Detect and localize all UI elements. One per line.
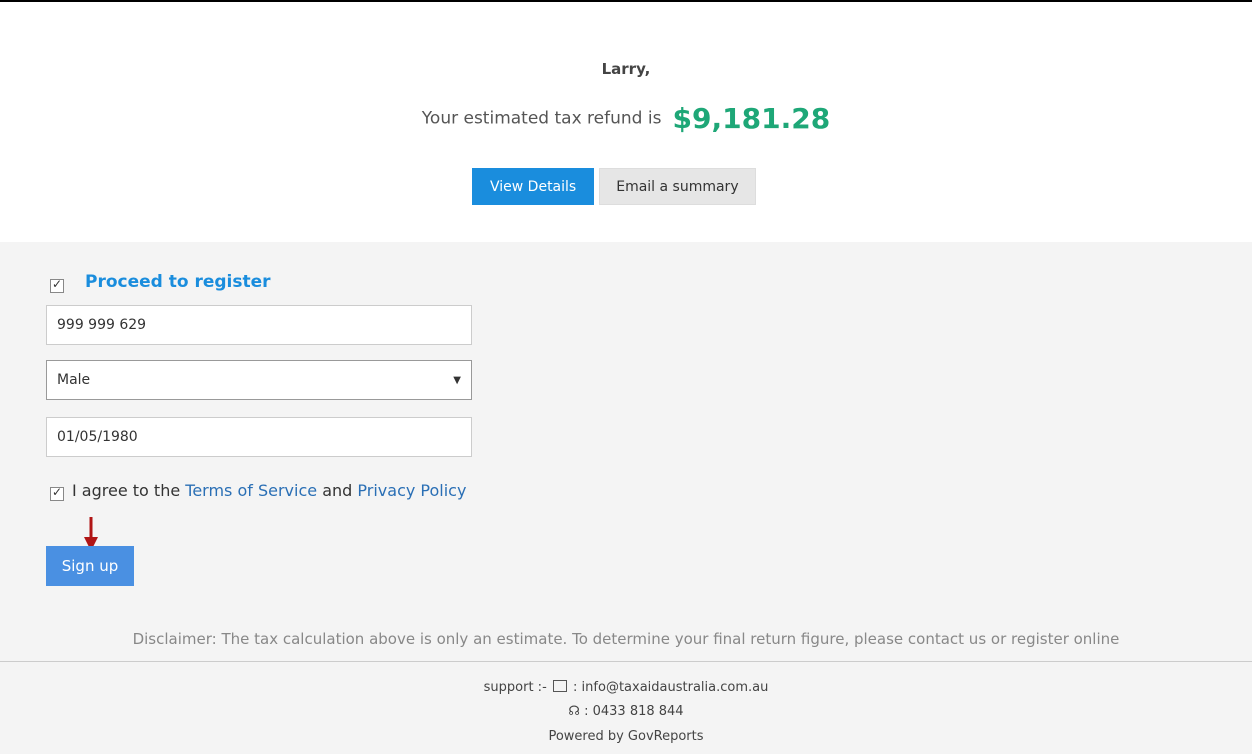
terms-of-service-link[interactable]: Terms of Service (185, 481, 317, 500)
refund-amount: $9,181.28 (672, 102, 831, 135)
refund-line: Your estimated tax refund is $9,181.28 (0, 102, 1252, 135)
support-phone: : 0433 818 844 (584, 704, 684, 719)
summary-actions: View Details Email a summary (472, 168, 756, 205)
proceed-checkbox[interactable]: ✓ (50, 277, 64, 293)
dob-value: 01/05/1980 (57, 429, 138, 445)
dob-input[interactable]: 01/05/1980 (46, 417, 472, 457)
headset-icon: ☊ (568, 704, 580, 719)
gender-select[interactable]: Male ▼ (46, 360, 472, 400)
footer: support :- : info@taxaidaustralia.com.au… (0, 661, 1252, 754)
refund-summary-section: Larry, Your estimated tax refund is $9,1… (0, 2, 1252, 242)
agree-and: and (322, 481, 353, 500)
checkmark-icon: ✓ (52, 485, 63, 499)
refund-label: Your estimated tax refund is (421, 108, 662, 129)
email-summary-button[interactable]: Email a summary (599, 168, 756, 205)
user-greeting: Larry, (601, 60, 651, 78)
support-prefix: support :- (483, 680, 547, 695)
agree-text: I agree to the Terms of Service and Priv… (72, 481, 466, 500)
support-line: support :- : info@taxaidaustralia.com.au (0, 680, 1252, 695)
powered-by: Powered by GovReports (548, 729, 704, 744)
privacy-policy-link[interactable]: Privacy Policy (357, 481, 466, 500)
envelope-icon (552, 680, 567, 692)
agree-checkbox[interactable]: ✓ (50, 485, 64, 501)
dropdown-caret-icon: ▼ (453, 374, 461, 386)
proceed-label[interactable]: Proceed to register (85, 272, 271, 292)
tfn-input[interactable]: 999 999 629 (46, 305, 472, 345)
tfn-value: 999 999 629 (57, 317, 147, 333)
gender-value: Male (57, 372, 91, 388)
view-details-button[interactable]: View Details (472, 168, 595, 205)
support-email[interactable]: : info@taxaidaustralia.com.au (573, 680, 768, 695)
registration-form: ✓ Proceed to register 999 999 629 Male ▼… (0, 242, 1252, 661)
disclaimer-text: Disclaimer: The tax calculation above is… (132, 630, 1120, 648)
sign-up-button[interactable]: Sign up (46, 546, 134, 586)
phone-line: ☊ : 0433 818 844 (0, 704, 1252, 719)
checkmark-icon: ✓ (52, 277, 63, 291)
agree-prefix: I agree to the (72, 481, 181, 500)
